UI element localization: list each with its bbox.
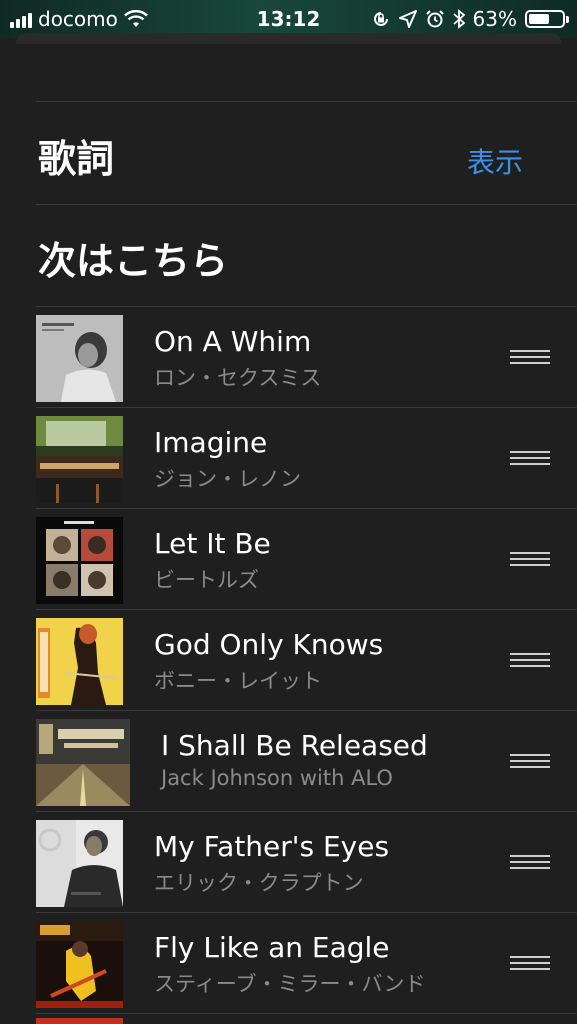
album-art [36, 719, 130, 806]
song-artist: Jack Johnson with ALO [161, 766, 393, 790]
song-artist: スティーブ・ミラー・バンド [154, 972, 426, 996]
queue-item[interactable]: Fly Like an Eagle スティーブ・ミラー・バンド [0, 913, 577, 1014]
show-lyrics-button[interactable]: 表示 [467, 141, 523, 181]
status-bar-right: 63% [371, 7, 569, 31]
up-next-list: On A Whim ロン・セクスミス Imagine ジョン・レノン Let I… [0, 307, 577, 1014]
reorder-handle-icon[interactable] [510, 855, 550, 871]
reorder-handle-icon[interactable] [510, 956, 550, 972]
song-title: On A Whim [154, 325, 312, 358]
song-artist: ボニー・レイット [154, 669, 322, 693]
bluetooth-icon [452, 9, 465, 29]
album-art [36, 921, 123, 1008]
reorder-handle-icon[interactable] [510, 754, 550, 770]
song-title: I Shall Be Released [161, 729, 428, 762]
screen-rotation-lock-icon [373, 12, 388, 26]
battery-percent: 63% [472, 7, 517, 31]
song-artist: エリック・クラプトン [154, 871, 364, 895]
song-artist: ロン・セクスミス [154, 366, 322, 390]
divider [36, 101, 577, 102]
song-title: Fly Like an Eagle [154, 931, 390, 964]
album-art [36, 517, 123, 604]
reorder-handle-icon[interactable] [510, 653, 550, 669]
album-art [36, 416, 123, 503]
queue-item[interactable]: My Father's Eyes エリック・クラプトン [0, 812, 577, 913]
lyrics-heading: 歌詞 [38, 137, 115, 181]
song-title: Let It Be [154, 527, 271, 560]
alarm-icon [425, 10, 444, 28]
queue-item[interactable]: Imagine ジョン・レノン [0, 408, 577, 509]
reorder-handle-icon[interactable] [510, 350, 550, 366]
queue-item[interactable]: God Only Knows ボニー・レイット [0, 610, 577, 711]
next-album-art-partial [36, 1018, 123, 1024]
song-artist: ビートルズ [154, 568, 259, 592]
song-title: Imagine [154, 426, 268, 459]
song-title: God Only Knows [154, 628, 384, 661]
album-art [36, 820, 123, 907]
queue-item[interactable]: On A Whim ロン・セクスミス [0, 307, 577, 408]
album-art [36, 315, 123, 402]
reorder-handle-icon[interactable] [510, 451, 550, 467]
queue-item[interactable]: Let It Be ビートルズ [0, 509, 577, 610]
battery-icon [525, 10, 569, 28]
queue-item[interactable]: I Shall Be Released Jack Johnson with AL… [0, 711, 577, 812]
reorder-handle-icon[interactable] [510, 552, 550, 568]
album-art [36, 618, 123, 705]
up-next-heading: 次はこちら [38, 239, 229, 283]
song-artist: ジョン・レノン [154, 467, 301, 491]
song-title: My Father's Eyes [154, 830, 390, 863]
location-icon [398, 10, 417, 28]
divider [36, 204, 577, 205]
